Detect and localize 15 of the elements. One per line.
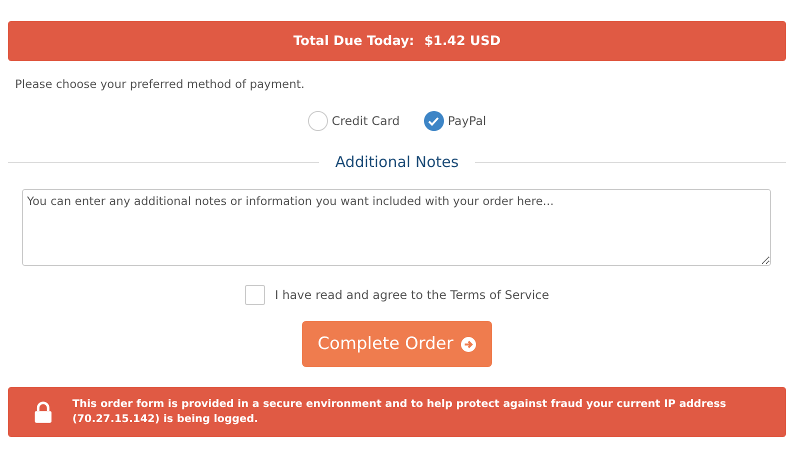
radio-button[interactable] [308,111,328,131]
total-label: Total Due Today: [293,34,414,48]
section-heading: Additional Notes [335,153,459,171]
notes-field[interactable]: You can enter any additional notes or information you want included with your order here... [22,189,771,266]
security-message: This order form is provided in a secure environment and to help protect against fraud your current IP address (70.27.15.142) is being logged. [72,397,728,427]
checkbox[interactable] [244,285,265,305]
payment-option-label[interactable]: PayPal [448,114,486,128]
payment-prompt: Please choose your preferred method of payment. [15,77,306,91]
terms-label[interactable]: I have read and agree to the Terms of Service [274,288,550,302]
arrow-circle-icon [461,336,476,352]
payment-option-label[interactable]: Credit Card [332,114,400,128]
check-icon [428,116,440,126]
total-amount: $1.42 USD [424,34,501,48]
lock-icon [34,399,52,425]
radio-button[interactable] [424,111,444,131]
